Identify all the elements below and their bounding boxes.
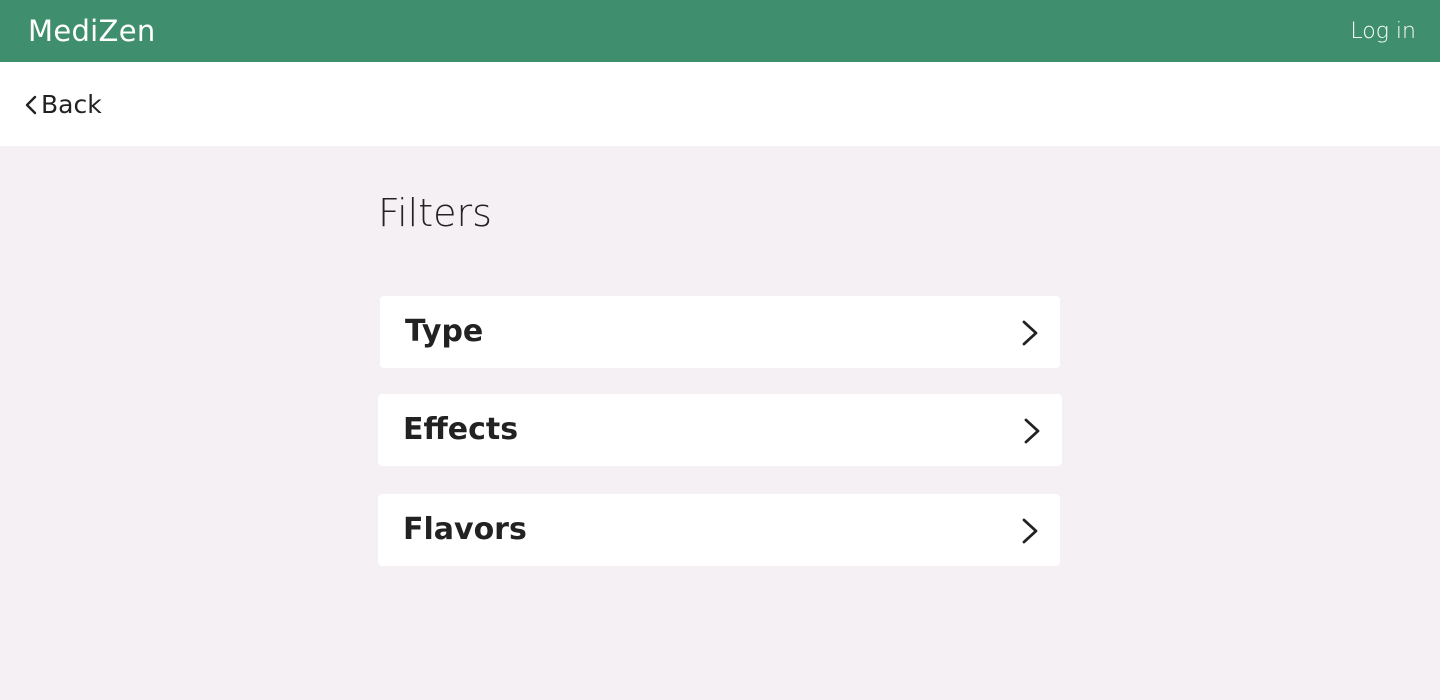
filter-label: Type — [405, 314, 484, 349]
chevron-right-icon — [1022, 320, 1038, 346]
back-button[interactable]: Back — [24, 89, 102, 121]
login-link[interactable]: Log in — [1350, 18, 1416, 46]
brand-logo[interactable]: MediZen — [28, 14, 156, 48]
back-label: Back — [41, 90, 102, 119]
page-title: Filters — [378, 191, 492, 235]
top-bar: MediZen Log in — [0, 0, 1440, 62]
filter-item-type[interactable]: Type — [380, 296, 1060, 368]
chevron-left-icon — [25, 95, 37, 115]
filter-item-effects[interactable]: Effects — [378, 394, 1062, 466]
chevron-right-icon — [1024, 418, 1040, 444]
chevron-right-icon — [1022, 518, 1038, 544]
filter-label: Flavors — [403, 512, 527, 547]
filter-item-flavors[interactable]: Flavors — [378, 494, 1060, 566]
filters-panel: Filters Type Effects Flavors — [0, 146, 1440, 700]
filter-label: Effects — [403, 412, 519, 447]
back-bar: Back — [0, 62, 1440, 146]
